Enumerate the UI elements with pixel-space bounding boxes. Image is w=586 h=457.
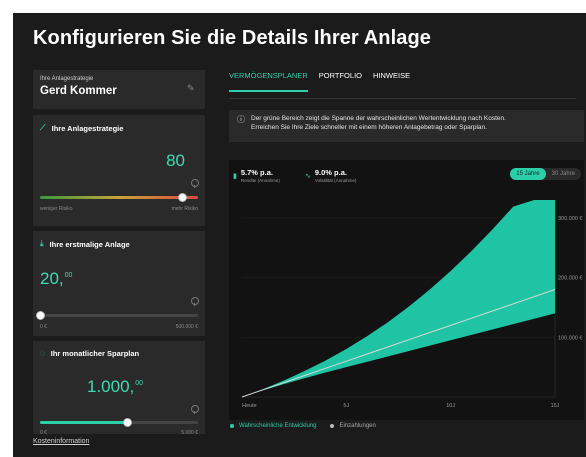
y-tick-label: 200.000 € (558, 276, 582, 282)
horizon-option-15[interactable]: 15 Jahre (510, 168, 546, 180)
return-label: Rendite (Annahme) (240, 178, 280, 183)
y-tick-label: 300.000 € (558, 216, 582, 222)
risk-value: 80 (166, 151, 185, 170)
tab-portfolio[interactable]: PORTFOLIO (319, 71, 362, 92)
horizon-option-30[interactable]: 30 Jahre (546, 168, 581, 180)
info-box: ⓘ Der grüne Bereich zeigt die Spanne der… (229, 110, 584, 142)
bar-chart-icon: ▮ (233, 173, 237, 180)
risk-card-header: ⟋ Ihre Anlagestrategie (40, 123, 123, 133)
initial-card-header: ⤓ Ihre erstmalige Anlage (40, 239, 130, 249)
strategy-name: Gerd Kommer (40, 85, 117, 97)
initial-value[interactable]: 20,00 (40, 269, 72, 289)
initial-min-label: 0 € (40, 324, 47, 330)
info-text: Der grüne Bereich zeigt die Spanne der w… (251, 114, 506, 138)
tab-bar: VERMÖGENSPLANER PORTFOLIO HINWEISE (229, 71, 410, 92)
monthly-value-amount: 1.000, (87, 377, 135, 396)
x-tick-label: Heute (242, 403, 257, 409)
initial-card-title: Ihre erstmalige Anlage (49, 239, 130, 249)
tab-hinweise[interactable]: HINWEISE (373, 71, 410, 92)
monthly-slider[interactable] (40, 418, 198, 427)
monthly-card-header: ◌ Ihr monatlicher Sparplan (40, 349, 139, 358)
initial-max-label: 500.000 € (175, 324, 198, 330)
tab-vermoegensplaner[interactable]: VERMÖGENSPLANER (229, 71, 308, 92)
monthly-value[interactable]: 1.000,00 (87, 377, 143, 397)
monthly-value-cents: 00 (135, 380, 144, 388)
expected-range-band (242, 200, 555, 397)
risk-slider-thumb[interactable] (178, 193, 187, 202)
return-stat: ▮ 5.7% p.a. Rendite (Annahme) (233, 168, 280, 183)
monthly-min-label: 0 € (40, 430, 47, 436)
monthly-slider-fill (40, 421, 127, 424)
cost-information-link[interactable]: Kosteninformation (33, 438, 89, 445)
risk-min-label: weniger Risiko (40, 206, 73, 212)
chart-panel: 300.000 € 200.000 € 100.000 € Heute 5J 10J 15J… (229, 160, 584, 420)
strategy-label: Ihre Anlagestrategie (40, 76, 94, 82)
strategy-card[interactable]: Ihre Anlagestrategie Gerd Kommer ✎ (33, 70, 205, 109)
risk-slider[interactable] (40, 193, 198, 202)
return-value: 5.7% p.a. (240, 168, 273, 177)
horizon-toggle: 15 Jahre 30 Jahre (510, 168, 581, 180)
wave-icon: ∿ (305, 173, 311, 180)
pin-icon (191, 297, 199, 306)
initial-slider-thumb[interactable] (36, 311, 45, 320)
legend-expected-label: Wahrscheinliche Entwicklung (239, 423, 317, 429)
monthly-card-title: Ihr monatlicher Sparplan (50, 349, 140, 358)
edit-pencil-icon[interactable]: ✎ (187, 83, 197, 93)
app-frame: Konfigurieren Sie die Details Ihrer Anla… (13, 13, 586, 457)
tab-divider (229, 98, 576, 99)
page-title: Konfigurieren Sie die Details Ihrer Anla… (33, 27, 431, 49)
legend-expected: Wahrscheinliche Entwicklung (230, 423, 316, 429)
monthly-max-label: 5.000 € (181, 430, 198, 436)
chart-legend: Wahrscheinliche Entwicklung Einzahlungen (230, 423, 376, 429)
initial-value-cents: 00 (64, 272, 73, 280)
y-tick-label: 100.000 € (558, 335, 582, 341)
monthly-slider-thumb[interactable] (123, 418, 132, 427)
volatility-value: 9.0% p.a. (314, 168, 347, 177)
pin-icon (191, 405, 199, 414)
deposits-line (241, 289, 556, 398)
initial-slider[interactable] (36, 311, 198, 320)
monthly-plan-card: ◌ Ihr monatlicher Sparplan 1.000,00 0 € … (33, 341, 205, 436)
pin-icon (191, 179, 199, 188)
piggy-bank-icon: ◌ (40, 349, 45, 358)
risk-max-label: mehr Risiko (171, 206, 198, 212)
legend-dot-expected (230, 424, 234, 428)
legend-dot-deposits (330, 424, 335, 428)
x-tick-label: 5J (343, 403, 349, 409)
volatility-label: Volatilität (Annahme) (314, 178, 357, 183)
legend-deposits-label: Einzahlungen (339, 423, 376, 429)
x-tick-label: 15J (551, 403, 560, 409)
wealth-chart: 300.000 € 200.000 € 100.000 € Heute 5J 10J 15J (241, 200, 582, 409)
risk-card-title: Ihre Anlagestrategie (51, 123, 124, 133)
initial-value-amount: 20, (40, 269, 64, 288)
volatility-stat: ∿ 9.0% p.a. Volatilität (Annahme) (305, 168, 356, 183)
chart-line-icon: ⟋ (40, 123, 46, 132)
info-text-line-1: Der grüne Bereich zeigt die Spanne der w… (251, 115, 506, 122)
risk-card: ⟋ Ihre Anlagestrategie 80 weniger Risiko… (33, 115, 205, 226)
x-tick-label: 10J (446, 403, 455, 409)
info-text-line-2: Erreichen Sie Ihre Ziele schneller mit e… (251, 124, 487, 131)
initial-investment-card: ⤓ Ihre erstmalige Anlage 20,00 0 € 500.0… (33, 231, 205, 336)
info-icon: ⓘ (237, 115, 245, 124)
risk-slider-fill (40, 196, 198, 199)
download-icon: ⤓ (40, 239, 44, 248)
legend-deposits: Einzahlungen (330, 423, 376, 429)
